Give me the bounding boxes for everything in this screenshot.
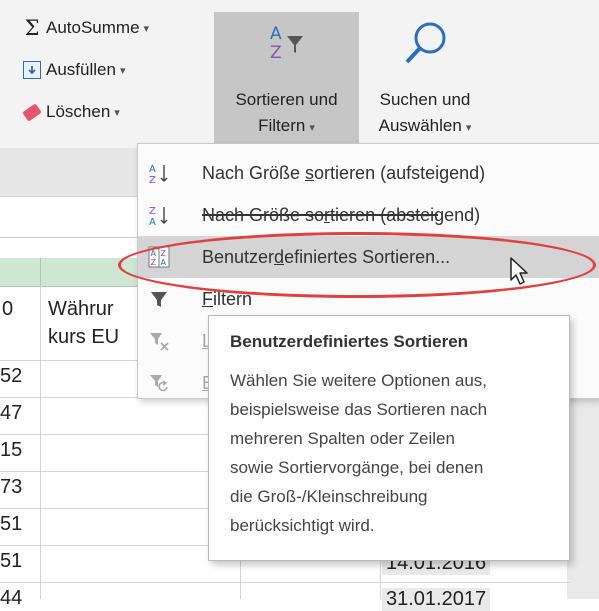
- cell-fragment[interactable]: 73: [0, 476, 22, 499]
- sort-descending-icon: Z A: [149, 206, 168, 226]
- tooltip-line: die Groß-/Kleinschreibung: [230, 487, 428, 506]
- grid-line: [0, 582, 570, 583]
- tooltip-line: Wählen Sie weitere Optionen aus,: [230, 371, 488, 390]
- chevron-down-icon[interactable]: ▾: [114, 106, 120, 119]
- tooltip: Benutzerdefiniertes Sortieren Wählen Sie…: [208, 315, 570, 561]
- reapply-icon: [150, 375, 168, 392]
- date-cell[interactable]: 31.01.2017: [382, 588, 491, 611]
- find-select-label-1: Suchen und: [379, 90, 471, 109]
- fill-button[interactable]: Ausfüllen ▾: [22, 60, 125, 80]
- chevron-down-icon[interactable]: ▾: [144, 22, 150, 35]
- autosum-label: AutoSumme: [46, 18, 140, 37]
- sort-filter-button[interactable]: A Z Sortieren und Filtern ▾: [214, 12, 359, 143]
- currency-header-line1[interactable]: Währur: [48, 298, 114, 321]
- cell-fragment[interactable]: 0: [2, 298, 13, 321]
- svg-text:Z: Z: [149, 175, 156, 184]
- tooltip-line: beispielsweise das Sortieren nach: [230, 400, 488, 419]
- svg-text:Z: Z: [149, 206, 156, 217]
- cell-fragment[interactable]: 47: [0, 402, 22, 425]
- tooltip-title: Benutzerdefiniertes Sortieren: [230, 332, 469, 351]
- chevron-down-icon[interactable]: ▾: [120, 64, 126, 77]
- tooltip-line: mehreren Spalten oder Zeilen: [230, 429, 455, 448]
- tooltip-line: sowie Sortiervorgänge, bei denen: [230, 458, 484, 477]
- search-icon: [405, 22, 446, 64]
- fill-down-icon: [22, 60, 42, 80]
- svg-text:A: A: [149, 217, 156, 226]
- sum-icon: Σ: [24, 16, 40, 40]
- find-select-label-2: Auswählen ▾: [378, 116, 472, 135]
- cell-fragment[interactable]: 51: [0, 550, 22, 573]
- tooltip-line: berücksichtigt wird.: [230, 516, 375, 535]
- cell-fragment[interactable]: 52: [0, 365, 22, 388]
- column-separator: [40, 258, 41, 286]
- eraser-icon: [22, 102, 42, 122]
- mouse-cursor-icon: [510, 257, 528, 285]
- currency-header-line2[interactable]: kurs EU: [48, 326, 119, 349]
- ribbon: Σ AutoSumme ▾ Ausfüllen ▾ Löschen ▾ A Z …: [0, 0, 599, 148]
- annotation-strike: [202, 214, 438, 216]
- clear-button[interactable]: Löschen ▾: [22, 102, 120, 122]
- menu-item-sort-ascending[interactable]: A Z Nach Größe sortieren (aufsteigend): [138, 152, 599, 194]
- filter-icon: [151, 292, 167, 307]
- svg-text:A: A: [270, 24, 282, 44]
- cell-fragment[interactable]: 51: [0, 513, 22, 536]
- cell-fragment[interactable]: 15: [0, 439, 22, 462]
- find-select-button[interactable]: Suchen und Auswählen ▾: [360, 12, 490, 143]
- sort-ascending-icon: A Z: [149, 164, 168, 184]
- menu-item-sort-descending[interactable]: Z A Nach Größe sortieren (absteigend): [138, 194, 599, 236]
- sort-filter-label-2: Filtern ▾: [258, 116, 315, 135]
- svg-text:Z: Z: [270, 43, 282, 63]
- svg-text:A: A: [149, 164, 156, 175]
- autosum-button[interactable]: Σ AutoSumme ▾: [22, 16, 150, 40]
- sort-filter-icon: A Z: [270, 24, 303, 63]
- sort-filter-label-1: Sortieren und: [235, 90, 338, 109]
- fill-label: Ausfüllen: [46, 60, 116, 79]
- clear-filter-icon: [150, 333, 169, 351]
- grid-line: [40, 286, 41, 599]
- clear-label: Löschen: [46, 102, 111, 121]
